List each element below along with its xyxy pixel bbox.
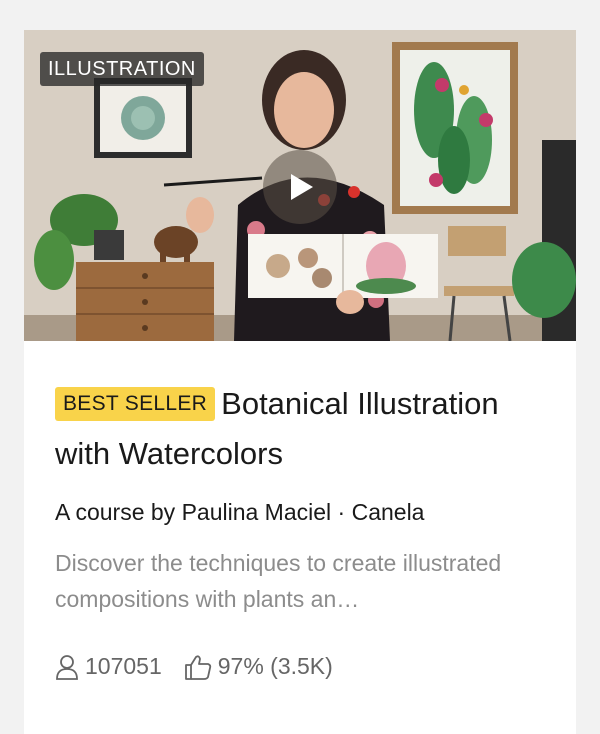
category-badge: ILLUSTRATION xyxy=(40,52,204,86)
bestseller-badge: BEST SELLER xyxy=(55,387,216,421)
course-card[interactable]: ILLUSTRATION BEST SELLER Botanical Illust… xyxy=(24,30,576,734)
students-count: 107051 xyxy=(85,653,162,679)
course-thumbnail[interactable]: ILLUSTRATION xyxy=(24,30,576,341)
rating-stat: 97% (3.5K) xyxy=(184,653,333,680)
course-info: BEST SELLER Botanical Illustration with W… xyxy=(24,341,576,680)
students-stat: 107051 xyxy=(55,653,162,680)
rating-value: 97% (3.5K) xyxy=(217,653,333,679)
course-author: A course by Paulina Maciel · Canela xyxy=(55,499,425,525)
course-stats: 107051 97% (3.5K) xyxy=(55,653,545,680)
thumbs-up-icon xyxy=(184,654,211,680)
course-title[interactable]: BEST SELLER Botanical Illustration with W… xyxy=(55,379,545,479)
course-description: Discover the techniques to create illust… xyxy=(55,550,502,612)
user-icon xyxy=(56,654,78,680)
play-button[interactable] xyxy=(263,150,337,224)
play-icon xyxy=(291,174,313,200)
